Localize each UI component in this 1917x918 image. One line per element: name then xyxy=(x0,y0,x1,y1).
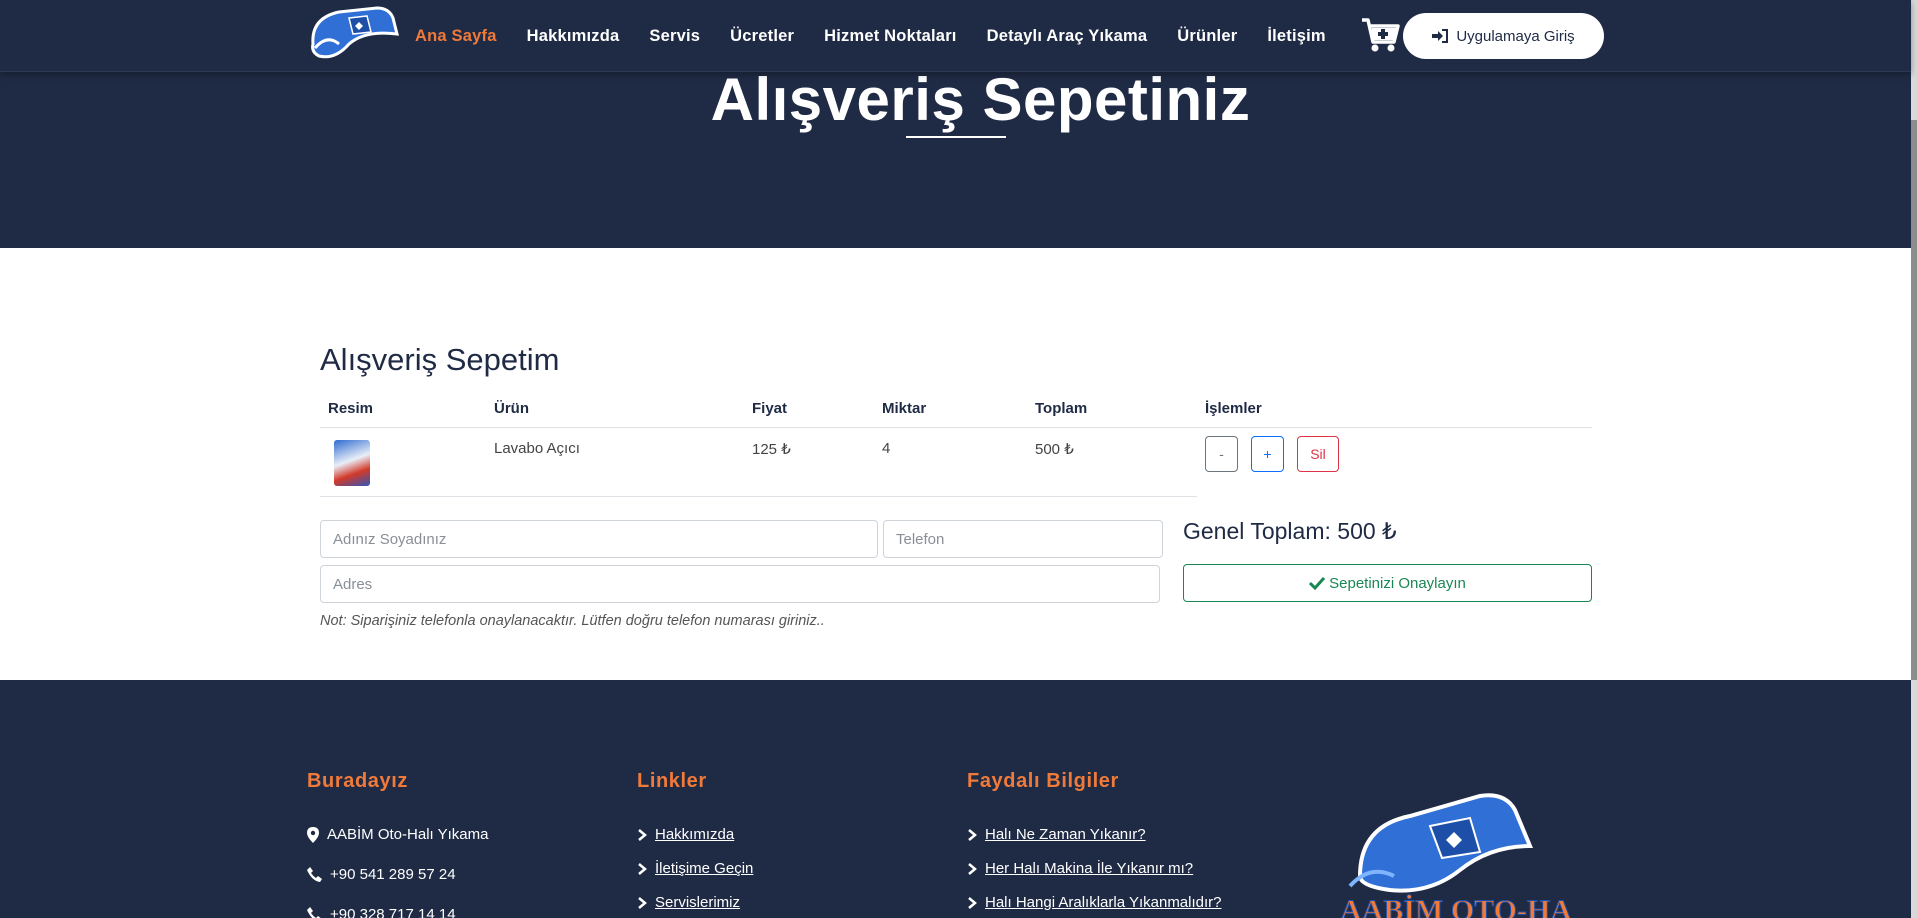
navbar: Ana Sayfa Hakkımızda Servis Ücretler Hiz… xyxy=(0,0,1911,72)
col-total: Toplam xyxy=(1027,394,1197,428)
footer-phone-2: +90 328 717 14 14 xyxy=(307,906,456,918)
col-image: Resim xyxy=(320,394,486,428)
scrollbar-thumb[interactable] xyxy=(1911,120,1917,680)
footer-col-location: Buradayız xyxy=(307,770,408,793)
chevron-right-icon xyxy=(968,828,977,841)
increase-button[interactable]: + xyxy=(1251,436,1284,472)
footer-heading: Linkler xyxy=(637,770,707,792)
chevron-right-icon xyxy=(638,896,647,909)
table-header-row: Resim Ürün Fiyat Miktar Toplam İşlemler xyxy=(320,394,1592,428)
logo-icon: AABİM OTO-HALI xyxy=(1340,793,1570,918)
footer-link-about[interactable]: Hakkımızda xyxy=(637,826,734,843)
nav-about[interactable]: Hakkımızda xyxy=(527,27,620,46)
footer-heading: Faydalı Bilgiler xyxy=(967,770,1119,792)
product-image xyxy=(334,440,370,486)
footer-link-machine-wash[interactable]: Her Halı Makina İle Yıkanır mı? xyxy=(967,860,1193,877)
table-row: Lavabo Açıcı 125 ₺ 4 500 ₺ - + Sil xyxy=(320,427,1592,497)
product-image-cell xyxy=(320,427,486,497)
footer-link-wash-interval[interactable]: Halı Hangi Aralıklarla Yıkanmalıdır? xyxy=(967,894,1222,911)
logo-icon[interactable] xyxy=(305,4,401,66)
product-price: 125 ₺ xyxy=(744,427,874,497)
login-button[interactable]: Uygulamaya Giriş xyxy=(1403,13,1604,59)
sign-in-icon xyxy=(1432,29,1449,43)
col-actions: İşlemler xyxy=(1197,394,1592,428)
nav-prices[interactable]: Ücretler xyxy=(730,27,794,46)
col-product: Ürün xyxy=(486,394,744,428)
nav-menu: Ana Sayfa Hakkımızda Servis Ücretler Hiz… xyxy=(415,0,1356,72)
product-quantity: 4 xyxy=(874,427,1027,497)
cart-title: Alışveriş Sepetim xyxy=(320,342,560,377)
footer-link-contact[interactable]: İletişime Geçin xyxy=(637,860,753,877)
nav-detailed-wash[interactable]: Detaylı Araç Yıkama xyxy=(987,27,1148,46)
check-icon xyxy=(1309,576,1326,590)
chevron-right-icon xyxy=(968,862,977,875)
nav-home[interactable]: Ana Sayfa xyxy=(415,27,497,46)
cart-section: Alışveriş Sepetim Resim Ürün Fiyat Mikta… xyxy=(0,248,1911,680)
nav-products[interactable]: Ürünler xyxy=(1177,27,1237,46)
phone-field[interactable] xyxy=(883,520,1163,558)
cart-table: Resim Ürün Fiyat Miktar Toplam İşlemler … xyxy=(320,394,1592,497)
page: Ana Sayfa Hakkımızda Servis Ücretler Hiz… xyxy=(0,0,1917,918)
footer-phone-1: +90 541 289 57 24 xyxy=(307,866,456,883)
footer-heading: Buradayız xyxy=(307,770,408,792)
phone-icon xyxy=(307,867,322,882)
chevron-right-icon xyxy=(968,896,977,909)
footer: Buradayız AABİM Oto-Halı Yıkama +90 541 … xyxy=(0,680,1911,918)
footer-link-when-wash[interactable]: Halı Ne Zaman Yıkanır? xyxy=(967,826,1146,843)
decrease-button[interactable]: - xyxy=(1205,436,1238,472)
address-field[interactable] xyxy=(320,565,1160,603)
hero-banner: Alışveriş Sepetiniz xyxy=(0,66,1911,248)
confirm-label: Sepetinizi Onaylayın xyxy=(1329,574,1466,592)
product-total: 500 ₺ xyxy=(1027,427,1197,497)
map-marker-icon xyxy=(307,826,319,843)
scrollbar[interactable] xyxy=(1911,0,1917,918)
col-quantity: Miktar xyxy=(874,394,1027,428)
page-title: Alışveriş Sepetiniz xyxy=(710,66,1251,133)
footer-col-info: Faydalı Bilgiler xyxy=(967,770,1119,793)
product-actions: - + Sil xyxy=(1197,428,1592,497)
nav-service[interactable]: Servis xyxy=(649,27,700,46)
product-name: Lavabo Açıcı xyxy=(486,427,744,497)
confirm-cart-button[interactable]: Sepetinizi Onaylayın xyxy=(1183,564,1592,602)
nav-service-points[interactable]: Hizmet Noktaları xyxy=(824,27,957,46)
chevron-right-icon xyxy=(638,828,647,841)
footer-link-services[interactable]: Servislerimiz xyxy=(637,894,740,911)
login-label: Uygulamaya Giriş xyxy=(1456,27,1575,45)
grand-total: Genel Toplam: 500 ₺ xyxy=(1183,518,1397,544)
order-note: Not: Siparişiniz telefonla onaylanacaktı… xyxy=(320,613,825,629)
title-underline xyxy=(906,136,1006,138)
delete-button[interactable]: Sil xyxy=(1297,436,1339,472)
nav-contact[interactable]: İletişim xyxy=(1267,27,1325,46)
col-price: Fiyat xyxy=(744,394,874,428)
footer-address: AABİM Oto-Halı Yıkama xyxy=(307,826,488,843)
chevron-right-icon xyxy=(638,862,647,875)
name-field[interactable] xyxy=(320,520,878,558)
cart-plus-icon[interactable] xyxy=(1360,16,1400,54)
phone-icon xyxy=(307,907,321,918)
footer-logo-text: AABİM OTO-HALI xyxy=(1340,894,1570,918)
footer-col-links: Linkler xyxy=(637,770,707,793)
